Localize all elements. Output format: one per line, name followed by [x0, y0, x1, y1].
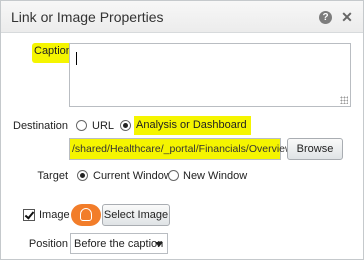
- text-cursor: [76, 52, 77, 65]
- destination-url-radio[interactable]: [76, 120, 87, 131]
- destination-path-input[interactable]: /shared/Healthcare/_portal/Financials/Ov…: [69, 138, 293, 160]
- destination-analysis-radio[interactable]: [120, 120, 131, 131]
- target-current-window-label[interactable]: Current Window: [93, 170, 172, 182]
- help-icon[interactable]: ?: [319, 11, 332, 24]
- position-select[interactable]: Before the caption: [70, 233, 168, 254]
- image-label: Image: [39, 209, 70, 221]
- destination-label: Destination: [13, 120, 69, 132]
- link-or-image-properties-dialog: Link or Image Properties ? ✕ Caption Des…: [0, 0, 364, 260]
- browse-button[interactable]: Browse: [287, 138, 343, 160]
- target-new-window-label[interactable]: New Window: [183, 170, 247, 182]
- caption-textarea[interactable]: [69, 43, 351, 107]
- image-checkbox[interactable]: [23, 209, 35, 221]
- dialog-title: Link or Image Properties: [11, 9, 164, 25]
- target-label: Target: [37, 170, 68, 182]
- image-placeholder-icon[interactable]: [71, 204, 101, 226]
- chevron-down-icon: [155, 242, 163, 247]
- resize-grip-icon[interactable]: [340, 96, 348, 104]
- position-label: Position: [28, 238, 68, 250]
- target-current-window-radio[interactable]: [77, 170, 88, 181]
- target-new-window-radio[interactable]: [168, 170, 179, 181]
- select-image-button[interactable]: Select Image: [102, 204, 170, 226]
- destination-path-value: /shared/Healthcare/_portal/Financials/Ov…: [72, 143, 293, 155]
- position-selected-value: Before the caption: [74, 238, 164, 250]
- close-icon[interactable]: ✕: [340, 10, 354, 24]
- destination-analysis-label[interactable]: Analysis or Dashboard: [134, 116, 251, 135]
- destination-url-label[interactable]: URL: [92, 120, 114, 132]
- dialog-titlebar: Link or Image Properties ? ✕: [1, 1, 363, 33]
